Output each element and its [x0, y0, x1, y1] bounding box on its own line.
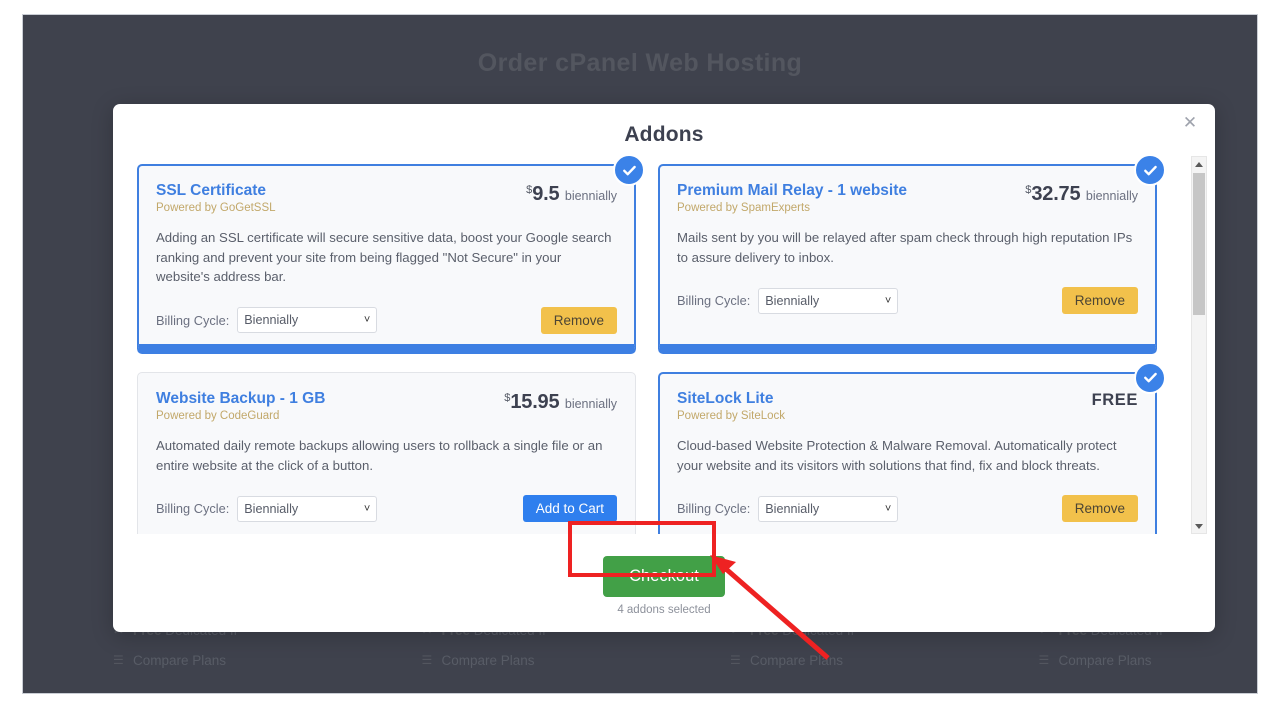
remove-button[interactable]: Remove	[540, 306, 617, 334]
page-title: Order cPanel Web Hosting	[477, 49, 803, 77]
chevron-down-icon: ˅	[884, 294, 892, 307]
checkout-button[interactable]: Checkout	[603, 556, 725, 597]
modal-title: Addons	[624, 123, 704, 146]
addons-scrollbar[interactable]	[1191, 156, 1207, 534]
addon-card-footer: Billing Cycle: Biennially ˅ Remove	[156, 306, 617, 334]
addon-card-footer: Billing Cycle: Biennially ˅ Remove	[677, 287, 1138, 315]
billing-cycle-value: Biennially	[244, 313, 299, 328]
chevron-down-icon[interactable]	[1192, 519, 1206, 533]
remove-button[interactable]: Remove	[1061, 495, 1138, 523]
compare-plans-label: Compare Plans	[750, 652, 844, 668]
billing-cycle-group: Billing Cycle: Biennially ˅	[677, 495, 899, 522]
billing-cycle-select[interactable]: Biennially ˅	[758, 287, 899, 314]
billing-cycle-value: Biennially	[244, 501, 299, 516]
add-to-cart-button[interactable]: Add to Cart	[522, 495, 617, 523]
compare-plans-link[interactable]: ☰ Compare Plans	[1039, 645, 1258, 675]
billing-cycle-select[interactable]: Biennially ˅	[237, 307, 378, 334]
price-free-label: FREE	[1091, 390, 1138, 409]
list-icon: ☰	[421, 653, 433, 667]
addon-price: $32.75 biennially	[1025, 181, 1138, 206]
addon-card-footer: Billing Cycle: Biennially ˅ Add to Cart	[156, 495, 617, 523]
addon-powered-by: Powered by SpamExperts	[677, 202, 810, 215]
addon-price: $9.5 biennially	[526, 181, 617, 206]
price-cycle: biennially	[564, 396, 617, 411]
addon-card-header: SiteLock Lite Powered by SiteLock FREE	[677, 389, 1138, 422]
addon-card-sitelock-lite[interactable]: SiteLock Lite Powered by SiteLock FREE C…	[658, 361, 1166, 534]
list-icon: ☰	[113, 653, 124, 667]
billing-cycle-value: Biennially	[765, 501, 820, 516]
compare-plans-label: Compare Plans	[1058, 652, 1152, 668]
billing-cycle-label: Billing Cycle:	[677, 501, 751, 517]
chevron-down-icon: ˅	[363, 502, 371, 515]
checkout-area: Checkout 4 addons selected	[113, 556, 1215, 616]
addon-powered-by: Powered by SiteLock	[677, 410, 786, 423]
chevron-down-icon: ˅	[884, 502, 892, 515]
compare-plans-link[interactable]: ☰ Compare Plans	[730, 645, 949, 675]
chevron-up-icon[interactable]	[1192, 157, 1206, 171]
remove-button[interactable]: Remove	[1061, 287, 1138, 315]
browser-page: Order cPanel Web Hosting ✕ Free Dedicate…	[22, 14, 1258, 694]
close-icon[interactable]: ✕	[1178, 111, 1202, 135]
list-icon: ☰	[730, 653, 741, 667]
price-amount: 15.95	[510, 390, 560, 413]
addon-price: $15.95 biennially	[504, 389, 617, 414]
addon-name: Website Backup - 1 GB	[156, 389, 326, 407]
addons-grid: SSL Certificate Powered by GoGetSSL $9.5…	[133, 156, 1175, 534]
addon-card-premium-mail-relay[interactable]: Premium Mail Relay - 1 website Powered b…	[658, 156, 1166, 354]
addon-price: FREE	[1092, 389, 1138, 410]
billing-cycle-label: Billing Cycle:	[677, 293, 751, 309]
addon-name: Premium Mail Relay - 1 website	[677, 182, 908, 199]
compare-plans-link[interactable]: ☰ Compare Plans	[422, 645, 641, 675]
compare-plans-label: Compare Plans	[441, 652, 535, 668]
scrollbar-thumb[interactable]	[1193, 173, 1205, 315]
billing-cycle-group: Billing Cycle: Biennially ˅	[156, 495, 378, 522]
addon-card-header: Website Backup - 1 GB Powered by CodeGua…	[156, 389, 617, 422]
billing-cycle-select[interactable]: Biennially ˅	[237, 495, 378, 522]
addon-card-footer: Billing Cycle: Biennially ˅ Remove	[677, 495, 1138, 523]
check-circle-icon	[1134, 361, 1166, 394]
compare-plans-label: Compare Plans	[133, 652, 227, 668]
billing-cycle-select[interactable]: Biennially ˅	[758, 495, 899, 522]
billing-cycle-value: Biennially	[765, 293, 820, 308]
billing-cycle-label: Billing Cycle:	[156, 501, 230, 517]
billing-cycle-group: Billing Cycle: Biennially ˅	[677, 287, 899, 314]
price-amount: 9.5	[532, 183, 560, 205]
addon-description: Mails sent by you will be relayed after …	[677, 230, 1133, 265]
addons-scroll-region: SSL Certificate Powered by GoGetSSL $9.5…	[133, 156, 1195, 534]
addon-powered-by: Powered by CodeGuard	[156, 410, 280, 423]
chevron-down-icon: ˅	[363, 314, 371, 327]
billing-cycle-label: Billing Cycle:	[156, 312, 230, 328]
addon-card-ssl-certificate[interactable]: SSL Certificate Powered by GoGetSSL $9.5…	[137, 156, 645, 354]
list-icon: ☰	[1038, 653, 1050, 667]
addon-description: Cloud-based Website Protection & Malware…	[677, 438, 1117, 473]
addon-name: SiteLock Lite	[677, 389, 774, 407]
price-amount: 32.75	[1031, 183, 1081, 205]
price-cycle: biennially	[1085, 189, 1138, 203]
addon-description: Automated daily remote backups allowing …	[156, 438, 603, 473]
addon-powered-by: Powered by GoGetSSL	[156, 202, 276, 215]
addon-card-header: Premium Mail Relay - 1 website Powered b…	[677, 181, 1138, 214]
price-cycle: biennially	[564, 189, 617, 203]
addon-name: SSL Certificate	[156, 182, 266, 199]
check-circle-icon	[613, 156, 645, 186]
addon-card-website-backup[interactable]: Website Backup - 1 GB Powered by CodeGua…	[137, 371, 636, 534]
addon-card-header: SSL Certificate Powered by GoGetSSL $9.5…	[156, 181, 617, 214]
billing-cycle-group: Billing Cycle: Biennially ˅	[156, 307, 378, 334]
addon-description: Adding an SSL certificate will secure se…	[156, 230, 612, 285]
addons-modal: ✕ Addons SSL Certificate Powered by GoGe…	[113, 104, 1215, 632]
check-circle-icon	[1134, 156, 1166, 186]
selected-addons-count: 4 addons selected	[617, 604, 711, 616]
compare-plans-link[interactable]: ☰ Compare Plans	[113, 645, 332, 675]
